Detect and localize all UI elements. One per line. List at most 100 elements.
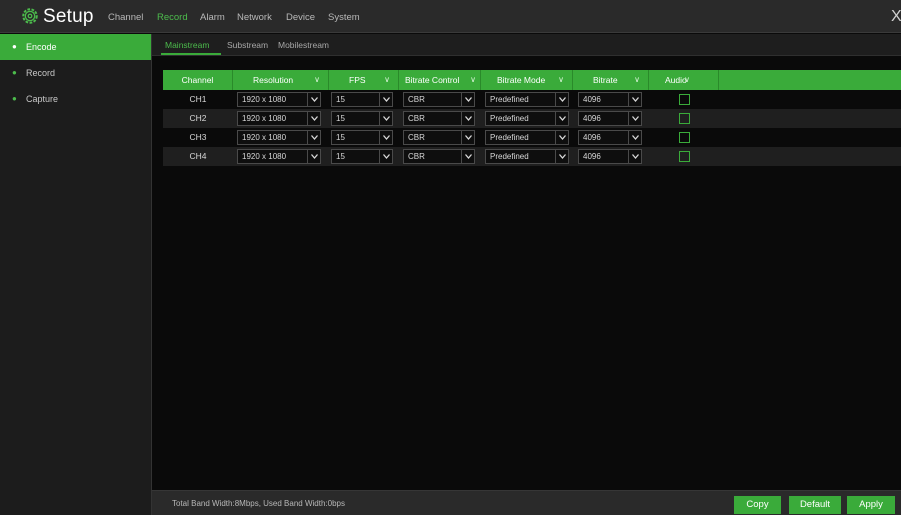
leaf-bullet-icon: ●	[12, 68, 17, 77]
resolution-select[interactable]: 1920 x 1080	[237, 92, 321, 107]
select-value: 1920 x 1080	[242, 114, 287, 123]
bitrate-select[interactable]: 4096	[578, 130, 642, 145]
select-value: 4096	[583, 114, 601, 123]
sidebar-item-record[interactable]: ● Record	[0, 60, 151, 86]
bitrate-control-select[interactable]: CBR	[403, 130, 475, 145]
column-header-label: Bitrate	[593, 75, 618, 85]
chevron-down-icon	[555, 131, 568, 144]
bitrate-select[interactable]: 4096	[578, 92, 642, 107]
table-header: Channel Resolution ∨ FPS ∨ Bitrate Contr…	[163, 70, 901, 90]
sidebar-item-label: Encode	[26, 42, 57, 52]
select-value: Predefined	[490, 114, 529, 123]
menu-tab-network[interactable]: Network	[237, 12, 272, 23]
chevron-down-icon	[461, 93, 474, 106]
sidebar-item-encode[interactable]: ● Encode	[0, 34, 151, 60]
column-header-bitrate-control[interactable]: Bitrate Control ∨	[399, 70, 481, 90]
tab-substream[interactable]: Substream	[227, 40, 268, 50]
select-value: CBR	[408, 152, 425, 161]
select-value: 15	[336, 114, 345, 123]
bitrate-mode-select[interactable]: Predefined	[485, 111, 569, 126]
select-value: 15	[336, 152, 345, 161]
chevron-down-icon	[461, 112, 474, 125]
column-header-audio[interactable]: Audio ∨	[649, 70, 719, 90]
column-header-fps[interactable]: FPS ∨	[329, 70, 399, 90]
menu-tab-device[interactable]: Device	[286, 12, 315, 23]
chevron-down-icon: ∨	[634, 75, 640, 84]
bandwidth-status: Total Band Width:8Mbps, Used Band Width:…	[172, 499, 345, 508]
select-value: 1920 x 1080	[242, 152, 287, 161]
bitrate-control-select[interactable]: CBR	[403, 149, 475, 164]
chevron-down-icon: ∨	[684, 75, 690, 84]
resolution-select[interactable]: 1920 x 1080	[237, 130, 321, 145]
fps-select[interactable]: 15	[331, 92, 393, 107]
channel-cell: CH2	[189, 113, 207, 123]
close-icon[interactable]: X	[891, 8, 901, 26]
sidebar-item-label: Capture	[26, 94, 59, 104]
column-header-label: FPS	[349, 75, 366, 85]
table-row: CH1 1920 x 1080 15 CBR Predefined 4096	[163, 90, 901, 109]
chevron-down-icon	[307, 112, 320, 125]
fps-select[interactable]: 15	[331, 149, 393, 164]
select-value: 4096	[583, 152, 601, 161]
sidebar: ● Encode ● Record ● Capture	[0, 34, 152, 515]
menu-tab-channel[interactable]: Channel	[108, 12, 143, 23]
column-header-bitrate[interactable]: Bitrate ∨	[573, 70, 649, 90]
menu-tab-record[interactable]: Record	[157, 12, 188, 23]
audio-checkbox[interactable]	[679, 94, 690, 105]
audio-checkbox[interactable]	[679, 113, 690, 124]
column-header-bitrate-mode[interactable]: Bitrate Mode ∨	[481, 70, 573, 90]
bitrate-select[interactable]: 4096	[578, 111, 642, 126]
select-value: 1920 x 1080	[242, 95, 287, 104]
page-title: Setup	[43, 6, 94, 27]
menu-tab-alarm[interactable]: Alarm	[200, 12, 225, 23]
column-header-resolution[interactable]: Resolution ∨	[233, 70, 329, 90]
channel-cell: CH3	[189, 132, 207, 142]
select-value: CBR	[408, 114, 425, 123]
leaf-bullet-icon: ●	[12, 42, 17, 51]
sidebar-item-capture[interactable]: ● Capture	[0, 86, 151, 112]
chevron-down-icon: ∨	[384, 75, 390, 84]
chevron-down-icon: ∨	[558, 75, 564, 84]
bottom-action-bar: Total Band Width:8Mbps, Used Band Width:…	[152, 490, 901, 515]
bitrate-mode-select[interactable]: Predefined	[485, 92, 569, 107]
tab-mainstream[interactable]: Mainstream	[165, 40, 209, 50]
resolution-select[interactable]: 1920 x 1080	[237, 111, 321, 126]
bitrate-mode-select[interactable]: Predefined	[485, 130, 569, 145]
default-button[interactable]: Default	[789, 496, 841, 514]
select-value: Predefined	[490, 95, 529, 104]
chevron-down-icon	[307, 93, 320, 106]
chevron-down-icon	[555, 112, 568, 125]
resolution-select[interactable]: 1920 x 1080	[237, 149, 321, 164]
tab-mobilestream[interactable]: Mobilestream	[278, 40, 329, 50]
chevron-down-icon: ∨	[470, 75, 476, 84]
chevron-down-icon	[628, 93, 641, 106]
active-tab-underline	[161, 53, 221, 55]
settings-gear-icon	[22, 8, 38, 24]
table-row: CH3 1920 x 1080 15 CBR Predefined 4096	[163, 128, 901, 147]
audio-checkbox[interactable]	[679, 151, 690, 162]
copy-button[interactable]: Copy	[734, 496, 781, 514]
chevron-down-icon	[555, 93, 568, 106]
fps-select[interactable]: 15	[331, 130, 393, 145]
sidebar-item-label: Record	[26, 68, 56, 78]
leaf-bullet-icon: ●	[12, 94, 17, 103]
menu-tab-system[interactable]: System	[328, 12, 360, 23]
bitrate-control-select[interactable]: CBR	[403, 111, 475, 126]
select-value: Predefined	[490, 152, 529, 161]
stream-tab-bar: Mainstream Substream Mobilestream	[152, 34, 901, 56]
audio-checkbox[interactable]	[679, 132, 690, 143]
select-value: 4096	[583, 95, 601, 104]
channel-cell: CH4	[189, 151, 207, 161]
chevron-down-icon	[379, 93, 392, 106]
select-value: Predefined	[490, 133, 529, 142]
bitrate-select[interactable]: 4096	[578, 149, 642, 164]
bitrate-mode-select[interactable]: Predefined	[485, 149, 569, 164]
chevron-down-icon	[379, 131, 392, 144]
column-header-label: Bitrate Control	[405, 75, 460, 85]
chevron-down-icon	[555, 150, 568, 163]
fps-select[interactable]: 15	[331, 111, 393, 126]
chevron-down-icon	[628, 131, 641, 144]
apply-button[interactable]: Apply	[847, 496, 895, 514]
bitrate-control-select[interactable]: CBR	[403, 92, 475, 107]
column-header-label: Bitrate Mode	[497, 75, 546, 85]
